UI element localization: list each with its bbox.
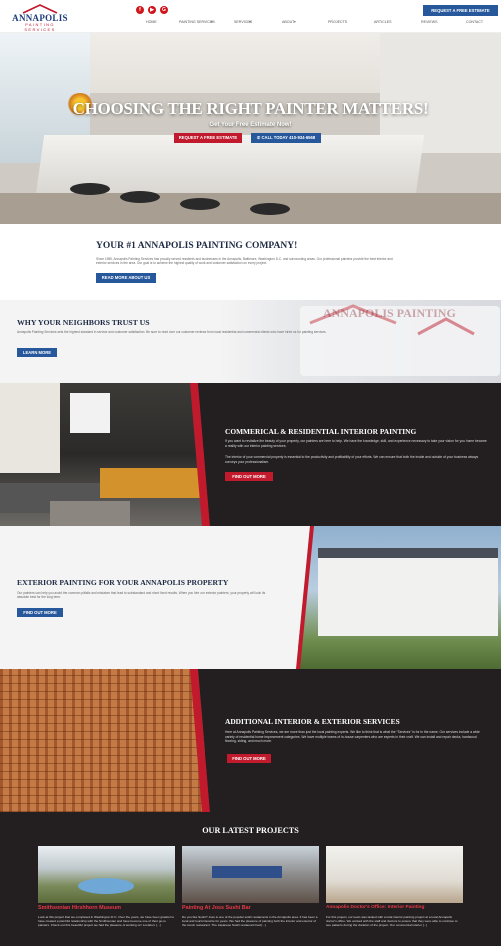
logo-subtext: PAINTING SERVICES (24, 22, 56, 32)
awning-image (212, 866, 282, 878)
read-more-button[interactable]: READ MORE ABOUT US (96, 273, 156, 283)
additional-text: Here at Annapolis Painting Services, we … (225, 730, 480, 744)
site-header: ANNAPOLIS PAINTING SERVICES f ▶ G HOME P… (0, 0, 501, 33)
stool-image (250, 203, 290, 215)
nav-contact[interactable]: CONTACT (466, 20, 483, 24)
interior-text-2: The interior of your commercial property… (225, 455, 479, 464)
additional-title: ADDITIONAL INTERIOR & EXTERIOR SERVICES (225, 717, 400, 726)
project-text-1: Look at this project that we completed i… (38, 915, 175, 928)
google-icon[interactable]: G (160, 6, 168, 14)
intro-section: YOUR #1 ANNAPOLIS PAINTING COMPANY! Sinc… (0, 224, 501, 300)
logo[interactable]: ANNAPOLIS PAINTING SERVICES (9, 4, 71, 32)
request-estimate-button[interactable]: REQUEST A FREE ESTIMATE (423, 5, 498, 16)
facebook-icon[interactable]: f (136, 6, 144, 14)
house-facade (318, 556, 498, 636)
truck-logo-text: ANNAPOLIS PAINTING (323, 306, 456, 320)
wine-rack-lines (0, 669, 205, 812)
gallery-wall (0, 383, 60, 473)
hero-call-button[interactable]: ✆ CALL TODAY 410-934-6568 (251, 133, 321, 143)
nav-projects[interactable]: PROJECTS (328, 20, 347, 24)
exterior-title: EXTERIOR PAINTING FOR YOUR ANNAPOLIS PRO… (17, 578, 229, 587)
project-title-3[interactable]: Annapolis Doctor's Office: Interior Pain… (326, 905, 424, 910)
nav-about[interactable]: ABOUT (282, 20, 294, 24)
wall-art-image (70, 393, 110, 433)
stool-image (120, 191, 160, 203)
red-divider (190, 669, 212, 812)
project-image-sushi[interactable] (182, 846, 319, 903)
stool-image (70, 183, 110, 195)
nav-articles[interactable]: ARTICLES (374, 20, 392, 24)
hero-section (0, 33, 501, 224)
exterior-find-out-button[interactable]: FIND OUT MORE (17, 608, 63, 617)
chevron-down-icon: ▾ (249, 20, 251, 24)
red-divider (190, 383, 212, 526)
project-text-3: For this project, our team was tasked wi… (326, 915, 458, 928)
hero-subtitle: Get Your Free Estimate Now! (209, 122, 292, 128)
projects-title: OUR LATEST PROJECTS (202, 826, 299, 835)
hero-estimate-button[interactable]: REQUEST A FREE ESTIMATE (174, 133, 242, 143)
interior-text-1: If you want to revitalize the beauty of … (225, 439, 487, 448)
exterior-text: Our painters can help you avoid the comm… (17, 591, 266, 600)
interior-title: COMMERICAL & RESIDENTIAL INTERIOR PAINTI… (225, 427, 417, 436)
nav-reviews[interactable]: REVIEWS (421, 20, 438, 24)
nav-painting-services[interactable]: PAINTING SERVICES (179, 20, 215, 24)
red-divider (288, 526, 314, 669)
house-roof (318, 548, 498, 558)
interior-find-out-button[interactable]: FIND OUT MORE (225, 472, 273, 481)
rug-image (50, 501, 130, 526)
stool-image (180, 198, 220, 210)
additional-section: ADDITIONAL INTERIOR & EXTERIOR SERVICES … (0, 669, 501, 812)
project-image-museum[interactable] (38, 846, 175, 903)
chevron-down-icon: ▾ (211, 20, 213, 24)
chevron-down-icon: ▾ (294, 20, 296, 24)
trust-text: Annapolis Painting Services sets the hig… (17, 330, 327, 334)
intro-text: Since 1985, Annapolis Painting Services … (96, 257, 393, 266)
additional-find-out-button[interactable]: FIND OUT MORE (227, 754, 271, 763)
call-label: CALL TODAY 410-934-6568 (261, 135, 316, 140)
interior-section: COMMERICAL & RESIDENTIAL INTERIOR PAINTI… (0, 383, 501, 526)
learn-more-button[interactable]: LEARN MORE (17, 348, 57, 357)
trust-title: WHY YOUR NEIGHBORS TRUST US (17, 318, 150, 327)
nav-home[interactable]: HOME (146, 20, 157, 24)
project-title-2[interactable]: Painting At Joss Sushi Bar (182, 905, 251, 911)
project-image-doctor[interactable] (326, 846, 463, 903)
project-title-1[interactable]: Smithsonian Hirshhorn Museum (38, 905, 121, 911)
fountain-image (78, 878, 134, 894)
exterior-section: EXTERIOR PAINTING FOR YOUR ANNAPOLIS PRO… (0, 526, 501, 669)
intro-title: YOUR #1 ANNAPOLIS PAINTING COMPANY! (96, 241, 298, 251)
project-text-2: Do you like Sushi? Joss is one of the po… (182, 915, 318, 928)
credenza-image (100, 468, 200, 498)
hero-title: CHOOSING THE RIGHT PAINTER MATTERS! (72, 99, 429, 118)
youtube-icon[interactable]: ▶ (148, 6, 156, 14)
